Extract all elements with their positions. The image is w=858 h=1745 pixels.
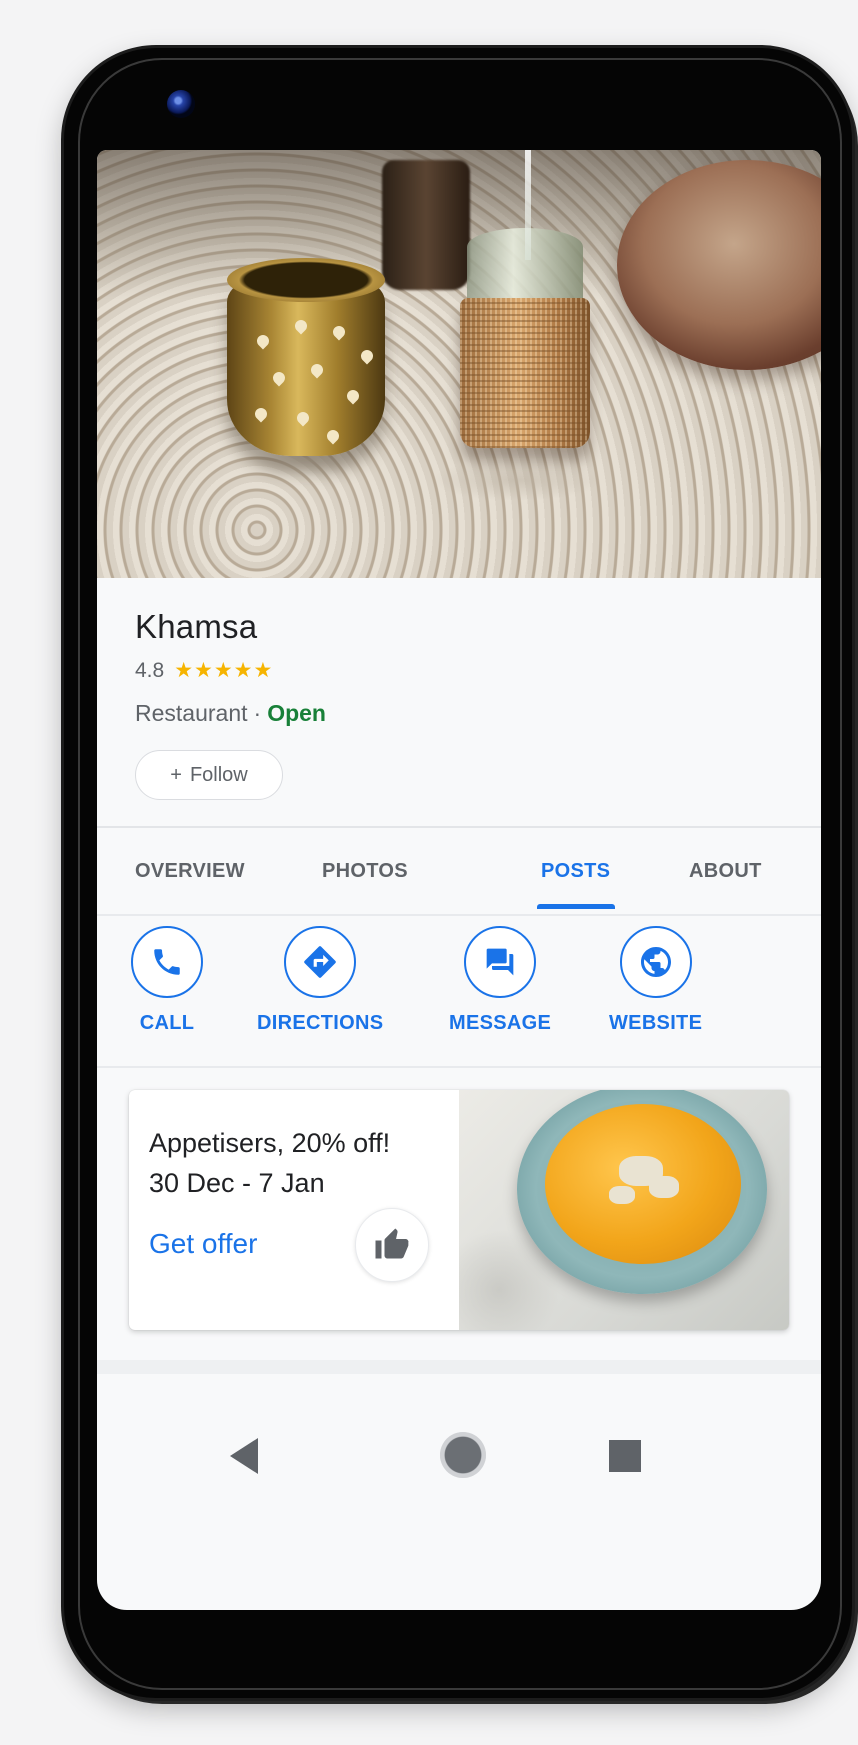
- directions-button[interactable]: [284, 926, 357, 998]
- offer-post-card[interactable]: Appetisers, 20% off! 30 Dec - 7 Jan Get …: [129, 1090, 789, 1330]
- call-action[interactable]: CALL: [131, 916, 203, 1035]
- call-button[interactable]: [131, 926, 203, 998]
- tab-posts[interactable]: POSTS: [541, 860, 610, 883]
- thumbs-up-icon: [375, 1228, 409, 1259]
- divider: [97, 826, 821, 828]
- hero-photo[interactable]: [97, 150, 821, 578]
- dark-glass-image: [382, 160, 470, 290]
- directions-icon: [304, 946, 337, 978]
- divider: [97, 1066, 821, 1068]
- post-title: Appetisers, 20% off!: [149, 1128, 391, 1158]
- plus-icon: +: [170, 763, 182, 786]
- back-icon[interactable]: [230, 1438, 258, 1474]
- phone-icon: [154, 949, 180, 975]
- tab-bar: OVERVIEW PHOTOS POSTS ABOUT: [97, 830, 821, 914]
- pouring-water-image: [525, 150, 531, 260]
- wicker-sleeve-image: [460, 298, 590, 448]
- action-buttons: CALL DIRECTIONS MESSAGE WEBSITE: [97, 916, 821, 1066]
- rating-row[interactable]: 4.8 ★★★★★: [135, 658, 273, 683]
- website-button[interactable]: [619, 926, 692, 998]
- directions-action[interactable]: DIRECTIONS: [257, 916, 383, 1035]
- post-dates: 30 Dec - 7 Jan: [149, 1168, 325, 1198]
- front-camera: [167, 90, 195, 118]
- like-button[interactable]: [355, 1208, 429, 1282]
- place-info: Khamsa 4.8 ★★★★★ Restaurant · Open + Follo…: [97, 578, 821, 828]
- website-action[interactable]: WEBSITE: [609, 916, 702, 1035]
- message-button[interactable]: [464, 926, 537, 998]
- recents-icon[interactable]: [609, 1440, 641, 1472]
- tab-about[interactable]: ABOUT: [689, 860, 762, 883]
- call-label: CALL: [139, 1012, 195, 1034]
- category-label: Restaurant: [135, 700, 248, 726]
- system-nav-bar: [97, 1400, 821, 1510]
- phone-frame: Khamsa 4.8 ★★★★★ Restaurant · Open + Follo…: [64, 48, 852, 1698]
- directions-label: DIRECTIONS: [257, 1012, 384, 1034]
- open-status: Open: [267, 700, 326, 726]
- globe-icon: [640, 947, 671, 977]
- get-offer-link[interactable]: Get offer: [149, 1228, 257, 1260]
- message-icon: [486, 948, 514, 976]
- soup-photo: [459, 1090, 789, 1330]
- separator: ·: [253, 700, 262, 726]
- tab-photos[interactable]: PHOTOS: [322, 860, 408, 883]
- follow-label: Follow: [189, 763, 248, 786]
- rating-value: 4.8: [135, 658, 165, 682]
- place-name: Khamsa: [135, 608, 258, 645]
- category-status-row: Restaurant · Open: [135, 700, 326, 727]
- message-action[interactable]: MESSAGE: [449, 916, 551, 1035]
- star-rating: ★★★★★: [174, 659, 274, 682]
- website-label: WEBSITE: [609, 1012, 703, 1034]
- message-label: MESSAGE: [449, 1012, 552, 1034]
- phone-screen: Khamsa 4.8 ★★★★★ Restaurant · Open + Follo…: [97, 150, 821, 1610]
- home-icon[interactable]: [440, 1432, 486, 1478]
- follow-button[interactable]: + Follow: [135, 750, 283, 800]
- tab-overview[interactable]: OVERVIEW: [135, 860, 245, 883]
- active-tab-indicator: [537, 904, 615, 909]
- section-separator: [97, 1360, 821, 1374]
